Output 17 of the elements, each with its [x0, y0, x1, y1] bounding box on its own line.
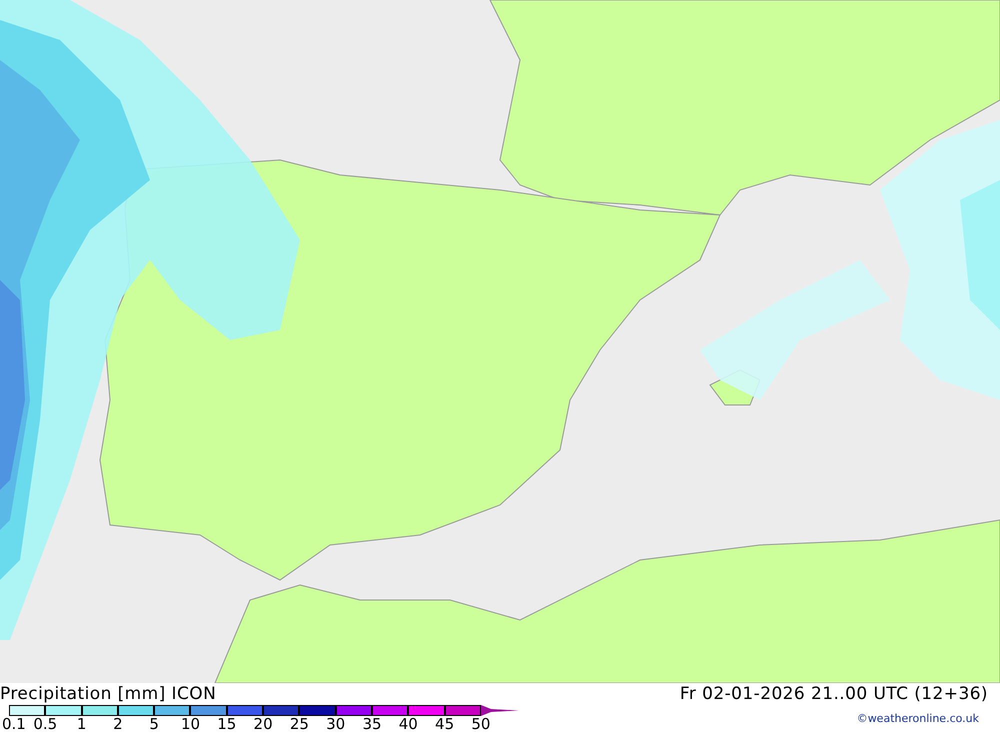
legend-label: 35	[362, 717, 382, 732]
legend-label: 50	[471, 717, 490, 732]
legend-label: 30	[326, 717, 346, 732]
credit-link[interactable]: ©weatheronline.co.uk	[856, 713, 979, 724]
legend-label: 0.5	[33, 717, 58, 732]
legend-label: 20	[254, 717, 273, 732]
legend-label: 45	[435, 717, 454, 732]
legend-label: 0.1	[2, 717, 26, 732]
legend-label: 1	[76, 717, 86, 732]
legend-label: 10	[180, 717, 200, 732]
legend-label: 5	[149, 717, 159, 732]
legend-label: 2	[113, 717, 123, 732]
legend-label: 25	[290, 717, 309, 732]
valid-time: Fr 02-01-2026 21..00 UTC (12+36)	[680, 686, 988, 703]
legend-label: 40	[398, 717, 418, 732]
legend-title: Precipitation [mm] ICON	[0, 686, 216, 703]
legend-label: 15	[217, 717, 236, 732]
